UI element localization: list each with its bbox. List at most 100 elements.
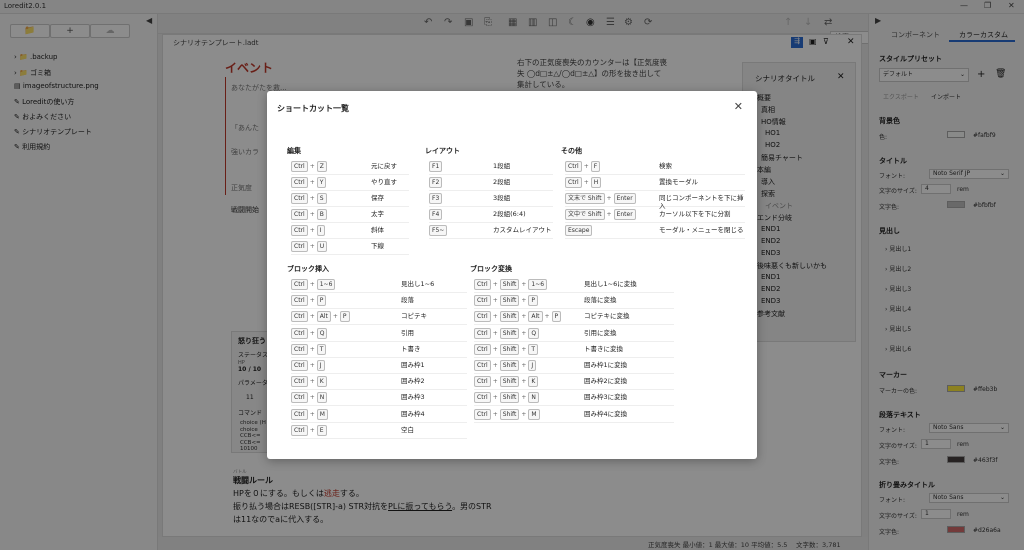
shortcut-keys: Ctrl + T [291, 343, 327, 355]
key-plus: + [521, 329, 527, 337]
shortcut-row: Ctrl + Shift + P 段落に変換 [474, 293, 674, 310]
key-cap: Ctrl [474, 360, 491, 371]
key-cap: F5~ [429, 225, 448, 236]
shortcut-row: F5~ カスタムレイアウト [429, 223, 553, 239]
modal-title: ショートカット一覧 [277, 104, 349, 113]
shortcut-row: Ctrl + Shift +1~6 見出し1~6に変換 [474, 277, 674, 293]
shortcut-description: やり直す [371, 178, 397, 186]
key-plus: + [521, 313, 527, 321]
shortcut-description: 囲み枠3に変換 [584, 393, 628, 402]
shortcut-description: 見出し1~6 [401, 280, 435, 288]
shortcut-description: 囲み枠4 [401, 409, 425, 418]
shortcut-row: Ctrl + Z 元に戻す [291, 159, 409, 175]
key-cap: Ctrl [291, 424, 308, 436]
shortcut-row: F3 3段組 [429, 191, 553, 207]
key-cap: J [316, 360, 325, 371]
key-plus: + [606, 211, 612, 218]
key-cap: Ctrl [291, 343, 308, 355]
shortcut-description: 見出し1~6に変換 [584, 280, 637, 288]
section-title-edit: 編集 [287, 147, 301, 155]
key-cap: J [528, 360, 537, 371]
key-cap: N [528, 392, 539, 404]
key-cap: Ctrl [291, 360, 308, 371]
section-title-layout: レイアウト [425, 147, 460, 155]
key-plus: + [521, 410, 527, 418]
key-cap: Ctrl [291, 193, 308, 204]
shortcut-description: 引用に変換 [584, 328, 617, 337]
key-cap: Ctrl [291, 376, 308, 388]
shortcut-row: Ctrl +1~6 見出し1~6 [291, 277, 467, 293]
key-cap: Shift [499, 295, 520, 307]
key-cap: Z [316, 161, 327, 172]
shortcut-keys: Ctrl + Q [291, 327, 328, 339]
shortcut-keys: Ctrl + Shift + Alt + P [474, 311, 562, 323]
shortcut-description: 太字 [371, 210, 384, 218]
modal-close-icon[interactable]: ✕ [734, 100, 743, 113]
key-plus: + [309, 345, 315, 353]
key-plus: + [309, 410, 315, 418]
key-plus: + [309, 313, 315, 321]
shortcut-row: 文中で Shift + Enter カーソル以下を下に分割 [565, 207, 745, 223]
shortcut-keys: Ctrl + Shift + T [474, 343, 539, 355]
shortcut-description: 囲み枠3 [401, 393, 425, 402]
shortcut-description: 置換モーダル [659, 178, 698, 186]
shortcut-row: Ctrl + I 斜体 [291, 223, 409, 239]
key-cap: Escape [565, 225, 593, 236]
shortcut-row: Ctrl + Shift + Alt + P コピテキに変換 [474, 309, 674, 326]
key-plus: + [492, 329, 498, 337]
key-cap: Enter [613, 193, 636, 204]
key-plus: + [309, 211, 315, 218]
shortcut-row: 文末で Shift + Enter 同じコンポーネントを下に挿入 [565, 191, 745, 210]
key-plus: + [309, 378, 315, 386]
key-cap: Y [316, 177, 327, 188]
shortcut-row: Ctrl + Shift + T ト書きに変換 [474, 342, 674, 358]
key-plus: + [492, 410, 498, 418]
key-cap: Ctrl [291, 241, 308, 252]
key-plus: + [332, 313, 338, 321]
key-cap: P [316, 295, 327, 307]
key-plus: + [606, 195, 612, 202]
shortcut-keys: F2 [429, 177, 443, 188]
key-plus: + [583, 163, 589, 170]
key-plus: + [309, 426, 315, 434]
key-cap: F [590, 161, 601, 172]
key-plus: + [309, 281, 315, 288]
key-cap: 文中で Shift [565, 209, 605, 220]
shortcut-row: Ctrl + H 置換モーダル [565, 175, 745, 191]
shortcut-row: Ctrl + Shift + J 囲み枠1に変換 [474, 358, 674, 374]
shortcut-description: 引用 [401, 328, 414, 337]
shortcut-description: 保存 [371, 194, 384, 202]
key-plus: + [309, 362, 315, 369]
shortcut-keys: Ctrl + Shift +1~6 [474, 279, 548, 290]
shortcut-keys: F5~ [429, 225, 448, 236]
shortcut-keys: Ctrl + P [291, 295, 327, 307]
key-cap: 1~6 [528, 279, 548, 290]
shortcut-description: 囲み枠2に変換 [584, 377, 628, 386]
key-plus: + [521, 362, 527, 369]
shortcut-description: 囲み枠2 [401, 377, 425, 386]
shortcut-keys: Ctrl + I [291, 225, 325, 236]
key-cap: T [528, 343, 539, 355]
shortcut-description: 下線 [371, 242, 384, 250]
key-cap: F3 [429, 193, 443, 204]
key-cap: M [528, 408, 540, 420]
shortcut-keys: F3 [429, 193, 443, 204]
key-cap: Ctrl [565, 177, 582, 188]
key-cap: T [316, 343, 327, 355]
shortcut-row: Ctrl + Alt + P コピテキ [291, 309, 467, 326]
key-plus: + [521, 345, 527, 353]
key-cap: Ctrl [291, 392, 308, 404]
key-cap: P [551, 311, 562, 323]
shortcut-row: Ctrl + B 太字 [291, 207, 409, 223]
key-cap: Ctrl [291, 279, 308, 290]
section-title-other: その他 [561, 147, 582, 155]
key-cap: P [528, 295, 539, 307]
key-cap: 文末で Shift [565, 193, 605, 204]
shortcut-description: モーダル・メニューを閉じる [659, 226, 744, 234]
key-cap: N [316, 392, 328, 404]
key-plus: + [309, 297, 315, 305]
shortcut-row: F1 1段組 [429, 159, 553, 175]
shortcut-keys: Ctrl + H [565, 177, 602, 188]
key-plus: + [309, 195, 315, 202]
key-cap: I [316, 225, 325, 236]
